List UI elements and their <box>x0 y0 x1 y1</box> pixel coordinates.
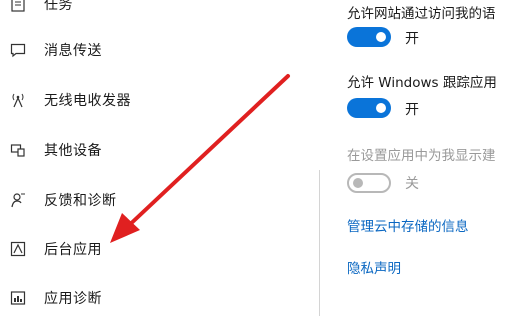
manage-cloud-info-link[interactable]: 管理云中存储的信息 <box>347 215 469 235</box>
task-icon <box>9 0 27 13</box>
sidebar-item-feedback[interactable]: 反馈和诊断 <box>0 180 300 220</box>
website-access-toggle[interactable] <box>347 27 391 47</box>
windows-tracking-toggle[interactable] <box>347 98 391 118</box>
background-apps-icon <box>9 240 27 258</box>
sidebar-item-other-devices[interactable]: 其他设备 <box>0 130 300 170</box>
settings-content: 允许网站通过访问我的语 开 允许 Windows 跟踪应用 开 在设置应用中为我… <box>347 0 507 316</box>
windows-tracking-toggle-label: 开 <box>405 102 419 118</box>
sidebar-item-tasks[interactable]: 任务 <box>0 0 300 24</box>
sidebar-item-label: 后台应用 <box>44 242 102 258</box>
website-access-toggle-label: 开 <box>405 31 419 47</box>
sidebar-item-label: 其他设备 <box>44 143 102 159</box>
website-access-title: 允许网站通过访问我的语 <box>347 6 496 22</box>
settings-sidebar: 任务 消息传送 无线电收发器 其他设备 反馈和诊断 后台应用 应用诊断 <box>0 0 320 316</box>
windows-tracking-title: 允许 Windows 跟踪应用 <box>347 75 497 91</box>
sidebar-item-label: 消息传送 <box>44 43 102 59</box>
settings-suggestions-toggle-label: 关 <box>405 176 419 192</box>
sidebar-item-messaging[interactable]: 消息传送 <box>0 30 300 70</box>
chat-bubble-icon <box>9 41 27 59</box>
sidebar-item-app-diagnostics[interactable]: 应用诊断 <box>0 278 300 318</box>
toggle-knob <box>353 178 363 188</box>
privacy-statement-link[interactable]: 隐私声明 <box>347 257 401 277</box>
pane-divider <box>319 170 320 316</box>
settings-suggestions-toggle[interactable] <box>347 173 391 193</box>
sidebar-item-background-apps[interactable]: 后台应用 <box>0 229 300 269</box>
sidebar-item-label: 任务 <box>44 0 73 13</box>
sidebar-item-label: 应用诊断 <box>44 291 102 307</box>
settings-suggestions-title: 在设置应用中为我显示建 <box>347 148 496 164</box>
radio-antenna-icon <box>9 91 27 109</box>
sidebar-item-label: 反馈和诊断 <box>44 193 117 209</box>
toggle-knob <box>376 32 386 42</box>
devices-icon <box>9 141 27 159</box>
toggle-knob <box>376 103 386 113</box>
sidebar-item-radios[interactable]: 无线电收发器 <box>0 80 300 120</box>
sidebar-item-label: 无线电收发器 <box>44 93 131 109</box>
feedback-icon <box>9 191 27 209</box>
app-diagnostics-icon <box>9 289 27 307</box>
